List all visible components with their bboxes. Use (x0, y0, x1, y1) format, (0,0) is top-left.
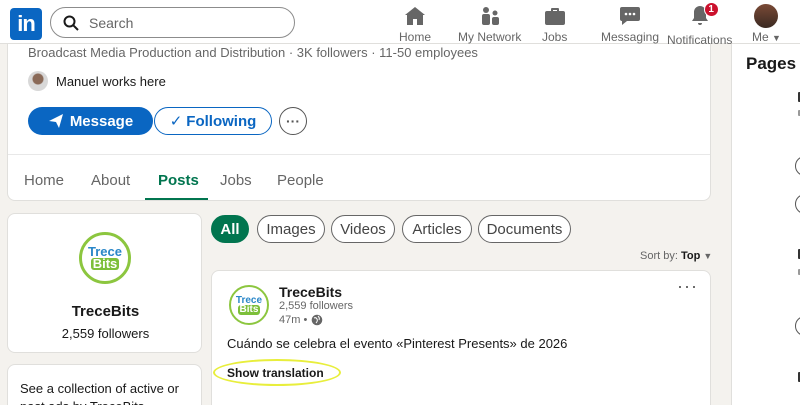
divider (8, 154, 710, 155)
logo-text-2: Bits (90, 256, 120, 271)
nav-home[interactable]: Home (399, 4, 431, 44)
company-sidebar-card: Trece Bits TreceBits 2,559 followers (7, 213, 202, 353)
right-panel-follow-1[interactable] (795, 194, 800, 214)
search-icon (63, 15, 79, 31)
tab-home[interactable]: Home (24, 172, 64, 189)
nav-jobs[interactable]: Jobs (542, 4, 567, 44)
following-button-label: Following (186, 112, 257, 130)
tab-jobs[interactable]: Jobs (220, 172, 252, 189)
right-panel-follow-2[interactable] (795, 316, 800, 336)
filter-articles[interactable]: Articles (402, 215, 472, 243)
chevron-down-icon: ▼ (772, 33, 781, 43)
ads-library-text[interactable]: See a collection of active or past ads b… (20, 380, 190, 405)
home-icon (405, 7, 425, 25)
highlight-annotation (213, 359, 341, 386)
post-text: Cuándo se celebra el evento «Pinterest P… (227, 336, 568, 351)
post-menu-button[interactable]: ··· (677, 276, 698, 297)
filter-documents[interactable]: Documents (478, 215, 571, 243)
company-name[interactable]: TreceBits (8, 303, 203, 320)
filter-images[interactable]: Images (257, 215, 325, 243)
filter-all[interactable]: All (211, 215, 249, 243)
caret-down-icon: ▼ (703, 251, 713, 261)
top-nav: in Home My Network Jobs Messaging 1 Noti… (0, 0, 800, 47)
employee-avatar (28, 71, 48, 91)
avatar (754, 4, 779, 28)
globe-icon (312, 314, 323, 326)
sort-dropdown[interactable]: Sort by: Top ▼ (640, 250, 712, 262)
nav-notifications[interactable]: 1 Notifications (667, 2, 732, 47)
company-followers: 2,559 followers (61, 326, 150, 341)
briefcase-icon (544, 8, 565, 25)
nav-home-label: Home (399, 30, 432, 44)
post-author-logo[interactable]: Trece Bits (229, 285, 269, 325)
sort-value: Top (680, 250, 701, 262)
linkedin-logo[interactable]: in (10, 8, 42, 40)
sort-label: Sort by: (640, 250, 678, 262)
active-tab-indicator (145, 198, 208, 200)
works-here-text: Manuel works here (56, 73, 166, 89)
notification-badge: 1 (703, 2, 719, 17)
tab-people[interactable]: People (277, 172, 324, 189)
ads-library-card: See a collection of active or past ads b… (7, 364, 202, 405)
nav-me[interactable]: Me ▼ (752, 4, 781, 44)
message-icon (620, 7, 641, 25)
tab-posts[interactable]: Posts (158, 172, 199, 189)
nav-messaging[interactable]: Messaging (601, 4, 659, 44)
post-logo-text-2: Bits (237, 304, 261, 315)
tab-about[interactable]: About (91, 172, 130, 189)
search-input[interactable] (89, 14, 269, 31)
company-logo[interactable]: Trece Bits (79, 232, 131, 284)
right-panel-title: Pages p (746, 54, 800, 73)
search-box[interactable] (50, 7, 295, 38)
nav-my-network[interactable]: My Network (458, 4, 521, 44)
works-here-row[interactable]: Manuel works here (28, 71, 166, 91)
following-button[interactable]: ✓ Following (154, 107, 272, 135)
post-timestamp: 47m • (279, 314, 323, 326)
nav-my-network-label: My Network (458, 30, 522, 44)
send-icon (48, 114, 63, 128)
post-author-name[interactable]: TreceBits (279, 284, 342, 300)
filter-videos[interactable]: Videos (331, 215, 395, 243)
company-header-card: Broadcast Media Production and Distribut… (7, 44, 711, 201)
nav-me-label: Me ▼ (752, 30, 781, 44)
company-tagline: Broadcast Media Production and Distribut… (28, 45, 478, 60)
check-icon: ✓ (169, 113, 183, 130)
nav-messaging-label: Messaging (601, 30, 660, 44)
post-time-text: 47m • (279, 314, 308, 326)
message-button-label: Message (69, 112, 134, 130)
bell-wrapper: 1 (688, 2, 719, 31)
right-panel: Pages p (731, 44, 800, 405)
message-button[interactable]: Message (28, 107, 153, 135)
more-options-button[interactable]: ··· (279, 107, 307, 135)
post-author-followers: 2,559 followers (279, 300, 353, 312)
network-icon (481, 7, 499, 25)
nav-jobs-label: Jobs (542, 30, 568, 44)
right-panel-avatar-1[interactable] (795, 156, 800, 176)
